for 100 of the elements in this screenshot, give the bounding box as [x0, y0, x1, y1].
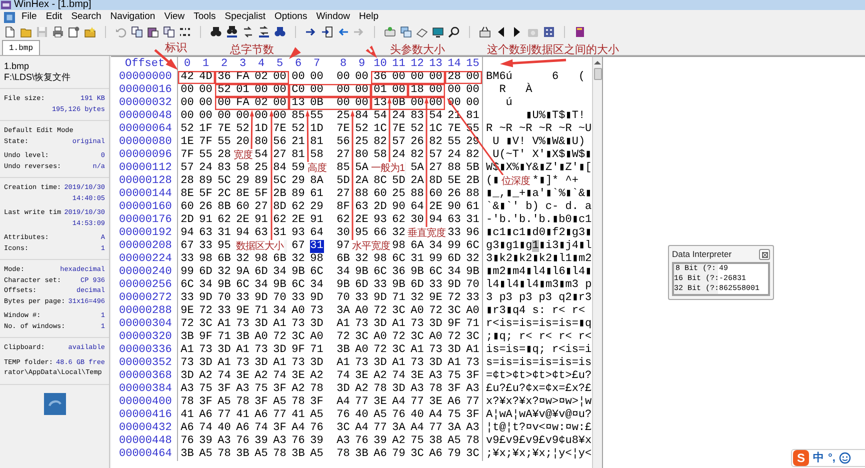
hex-byte[interactable]: 3A — [447, 422, 462, 435]
hex-byte[interactable]: 72 — [336, 331, 350, 344]
hex-byte[interactable]: 00 — [336, 97, 350, 110]
hex-byte[interactable]: 62 — [336, 214, 350, 227]
hex-byte[interactable]: A0 — [373, 331, 388, 344]
hex-byte[interactable]: 3E — [291, 370, 306, 383]
hex-byte[interactable]: 3B — [236, 448, 250, 461]
hex-byte[interactable]: 6C — [180, 279, 194, 292]
hex-byte[interactable]: 3D — [217, 344, 232, 357]
hex-byte[interactable]: 31 — [310, 240, 324, 253]
hex-byte[interactable]: 52 — [180, 123, 194, 136]
hex-byte[interactable]: 70 — [336, 292, 350, 305]
hex-byte[interactable]: 52 — [236, 123, 250, 136]
hex-byte[interactable]: 60 — [180, 201, 194, 214]
hex-byte[interactable]: 70 — [217, 292, 232, 305]
hex-byte[interactable]: 28 — [180, 175, 194, 188]
hex-byte[interactable]: 3D — [373, 357, 388, 370]
hex-byte[interactable]: A2 — [198, 370, 213, 383]
hex-byte[interactable]: A1 — [272, 318, 287, 331]
hex-byte[interactable]: FA — [236, 97, 250, 110]
hex-byte[interactable]: 72 — [180, 318, 194, 331]
hex-byte[interactable]: 00 — [354, 97, 369, 110]
hex-byte[interactable]: 91 — [310, 214, 324, 227]
hex-byte[interactable]: 72 — [447, 331, 462, 344]
hex-byte[interactable]: 00 — [198, 97, 213, 110]
hex-byte[interactable]: 3E — [236, 370, 250, 383]
hex-byte[interactable]: 6B — [217, 253, 232, 266]
hex-byte[interactable]: 6B — [336, 253, 350, 266]
hex-byte[interactable]: 2E — [291, 214, 306, 227]
hex-byte[interactable]: 60 — [428, 188, 443, 201]
hex-byte[interactable]: 73 — [410, 318, 424, 331]
hex-byte[interactable]: 00 — [291, 71, 306, 84]
hex-byte[interactable]: 72 — [198, 305, 213, 318]
hex-byte[interactable]: 00 — [254, 110, 268, 123]
hex-byte[interactable]: A4 — [336, 396, 350, 409]
hex-byte[interactable]: A4 — [291, 422, 306, 435]
hex-byte[interactable]: 4D — [198, 71, 213, 84]
hex-byte[interactable]: 98 — [254, 253, 268, 266]
hex-byte[interactable]: A5 — [272, 396, 287, 409]
hex-byte[interactable]: 7E — [217, 123, 232, 136]
menu-item[interactable]: Window — [312, 11, 355, 23]
hex-byte[interactable]: 3E — [428, 396, 443, 409]
hex-byte[interactable]: 59 — [291, 162, 306, 175]
hex-byte[interactable]: 29 — [291, 175, 306, 188]
hex-byte[interactable]: 24 — [447, 149, 462, 162]
hex-byte[interactable]: A6 — [373, 448, 388, 461]
hex-byte[interactable]: 34 — [310, 279, 324, 292]
hex-byte[interactable]: A1 — [410, 344, 424, 357]
hex-byte[interactable]: 13 — [291, 97, 306, 110]
hex-byte[interactable]: 25 — [254, 162, 268, 175]
hex-byte[interactable]: 27 — [336, 149, 350, 162]
hex-byte[interactable]: 64 — [310, 227, 324, 240]
hex-byte[interactable]: 39 — [198, 435, 213, 448]
hex-byte[interactable]: 85 — [291, 110, 306, 123]
hex-byte[interactable]: 00 — [217, 110, 232, 123]
hex-byte[interactable]: 39 — [254, 435, 268, 448]
hex-byte[interactable]: 0B — [310, 97, 324, 110]
hex-byte[interactable]: 27 — [254, 201, 268, 214]
hex-byte[interactable]: 6C — [466, 240, 480, 253]
hex-byte[interactable]: 00 — [217, 97, 232, 110]
hex-byte[interactable]: 25 — [336, 110, 350, 123]
hex-byte[interactable]: 24 — [392, 149, 406, 162]
monitor-icon[interactable] — [432, 26, 444, 38]
hex-byte[interactable]: A1 — [336, 357, 350, 370]
hex-byte[interactable]: 9B — [410, 266, 424, 279]
hex-byte[interactable]: A1 — [180, 344, 194, 357]
disk-icon[interactable] — [384, 26, 396, 38]
hex-byte[interactable]: 83 — [217, 162, 232, 175]
hex-byte[interactable]: 40 — [217, 422, 232, 435]
hex-byte[interactable]: 00 — [180, 97, 194, 110]
hex-byte[interactable]: C0 — [291, 84, 306, 97]
hex-byte[interactable]: 3C — [466, 331, 480, 344]
hex-byte[interactable]: 01 — [373, 84, 388, 97]
hex-byte[interactable]: 93 — [373, 214, 388, 227]
hex-byte[interactable]: 73 — [466, 357, 480, 370]
hex-byte[interactable]: 75 — [447, 370, 462, 383]
hex-byte[interactable]: 8E — [236, 188, 250, 201]
binoculars-icon[interactable] — [274, 26, 286, 38]
paste-icon[interactable] — [147, 26, 159, 38]
hex-byte[interactable]: 41 — [236, 409, 250, 422]
hex-byte[interactable]: 40 — [410, 409, 424, 422]
hex-byte[interactable]: 94 — [180, 227, 194, 240]
hex-byte[interactable]: 18 — [410, 84, 424, 97]
hex-byte[interactable]: 94 — [236, 227, 250, 240]
hex-byte[interactable]: 71 — [392, 292, 406, 305]
book-icon[interactable] — [574, 26, 586, 38]
hex-byte[interactable]: 01 — [236, 84, 250, 97]
hex-byte[interactable]: 9E — [236, 305, 250, 318]
hex-byte[interactable]: 95 — [354, 227, 369, 240]
hex-byte[interactable]: 6C — [373, 266, 388, 279]
hex-byte[interactable]: 9B — [217, 279, 232, 292]
hex-byte[interactable]: 95 — [217, 240, 232, 253]
hex-byte[interactable]: 72 — [392, 331, 406, 344]
hex-byte[interactable]: A5 — [198, 448, 213, 461]
hex-byte[interactable]: 63 — [354, 201, 369, 214]
hex-byte[interactable]: 78 — [466, 435, 480, 448]
hex-byte[interactable]: 99 — [428, 253, 443, 266]
hex-byte[interactable]: 00 — [466, 84, 480, 97]
hex-byte[interactable]: 58 — [310, 149, 324, 162]
hex-byte[interactable]: 83 — [410, 110, 424, 123]
